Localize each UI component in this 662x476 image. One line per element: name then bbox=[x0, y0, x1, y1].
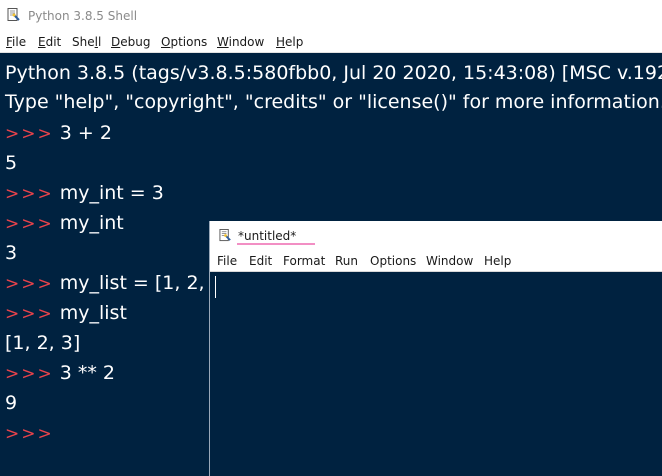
shell-prompt: >>> bbox=[5, 184, 54, 204]
editor-menu-run[interactable]: Run bbox=[335, 253, 358, 269]
banner-version-line: Python 3.8.5 (tags/v3.8.5:580fbb0, Jul 2… bbox=[5, 62, 662, 84]
editor-window-title: *untitled* bbox=[238, 229, 297, 243]
shell-input-text: 3 ** 2 bbox=[59, 362, 115, 384]
shell-menu-bar: File Edit Shell Debug Options Window Hel… bbox=[0, 30, 662, 53]
shell-line: >>> my_list bbox=[5, 300, 127, 327]
shell-output-line: [1, 2, 3] bbox=[5, 332, 81, 354]
menu-shell[interactable]: Shell bbox=[72, 34, 101, 50]
menu-window[interactable]: Window bbox=[217, 34, 264, 50]
shell-prompt: >>> bbox=[5, 364, 54, 384]
shell-input-text: my_int bbox=[59, 212, 124, 234]
editor-menu-edit[interactable]: Edit bbox=[249, 253, 272, 269]
editor-menu-help[interactable]: Help bbox=[484, 253, 511, 269]
banner-help-line: Type "help", "copyright", "credits" or "… bbox=[5, 91, 662, 113]
python-file-icon bbox=[219, 229, 231, 242]
window-title: Python 3.8.5 Shell bbox=[28, 9, 138, 23]
shell-output-line: 9 bbox=[5, 392, 18, 414]
editor-menu-options[interactable]: Options bbox=[370, 253, 416, 269]
shell-prompt: >>> bbox=[5, 424, 54, 444]
shell-output-line: 3 bbox=[5, 242, 18, 264]
shell-prompt: >>> bbox=[5, 214, 54, 234]
menu-debug[interactable]: Debug bbox=[111, 34, 150, 50]
title-highlight-underline bbox=[237, 243, 315, 245]
python-idle-icon bbox=[7, 8, 20, 21]
shell-input-text: 3 + 2 bbox=[59, 122, 112, 144]
editor-text-area[interactable] bbox=[210, 272, 662, 476]
shell-output-line: 5 bbox=[5, 152, 18, 174]
shell-input-text: my_list = [1, 2, 3] bbox=[59, 272, 231, 294]
shell-prompt: >>> bbox=[5, 274, 54, 294]
shell-line: >>> 3 ** 2 bbox=[5, 360, 115, 387]
shell-line: >>> my_int bbox=[5, 210, 124, 237]
editor-window: *untitled* File Edit Format Run Options … bbox=[209, 221, 662, 476]
shell-prompt: >>> bbox=[5, 304, 54, 324]
shell-prompt: >>> bbox=[5, 124, 54, 144]
menu-options[interactable]: Options bbox=[161, 34, 207, 50]
menu-help[interactable]: Help bbox=[276, 34, 303, 50]
shell-line: >>> my_list = [1, 2, 3] bbox=[5, 270, 230, 297]
shell-title-bar[interactable]: Python 3.8.5 Shell bbox=[0, 0, 662, 30]
shell-input-text: my_int = 3 bbox=[59, 182, 164, 204]
editor-menu-bar: File Edit Format Run Options Window Help bbox=[210, 248, 662, 272]
editor-title-bar[interactable]: *untitled* bbox=[210, 221, 662, 248]
editor-menu-window[interactable]: Window bbox=[426, 253, 473, 269]
shell-current-prompt-line[interactable]: >>> bbox=[5, 420, 60, 447]
menu-edit[interactable]: Edit bbox=[38, 34, 61, 50]
shell-input-text: my_list bbox=[59, 302, 127, 324]
text-cursor bbox=[215, 276, 216, 298]
menu-file[interactable]: File bbox=[6, 34, 26, 50]
shell-line: >>> 3 + 2 bbox=[5, 120, 112, 147]
editor-menu-format[interactable]: Format bbox=[283, 253, 325, 269]
shell-line: >>> my_int = 3 bbox=[5, 180, 164, 207]
editor-menu-file[interactable]: File bbox=[217, 253, 237, 269]
